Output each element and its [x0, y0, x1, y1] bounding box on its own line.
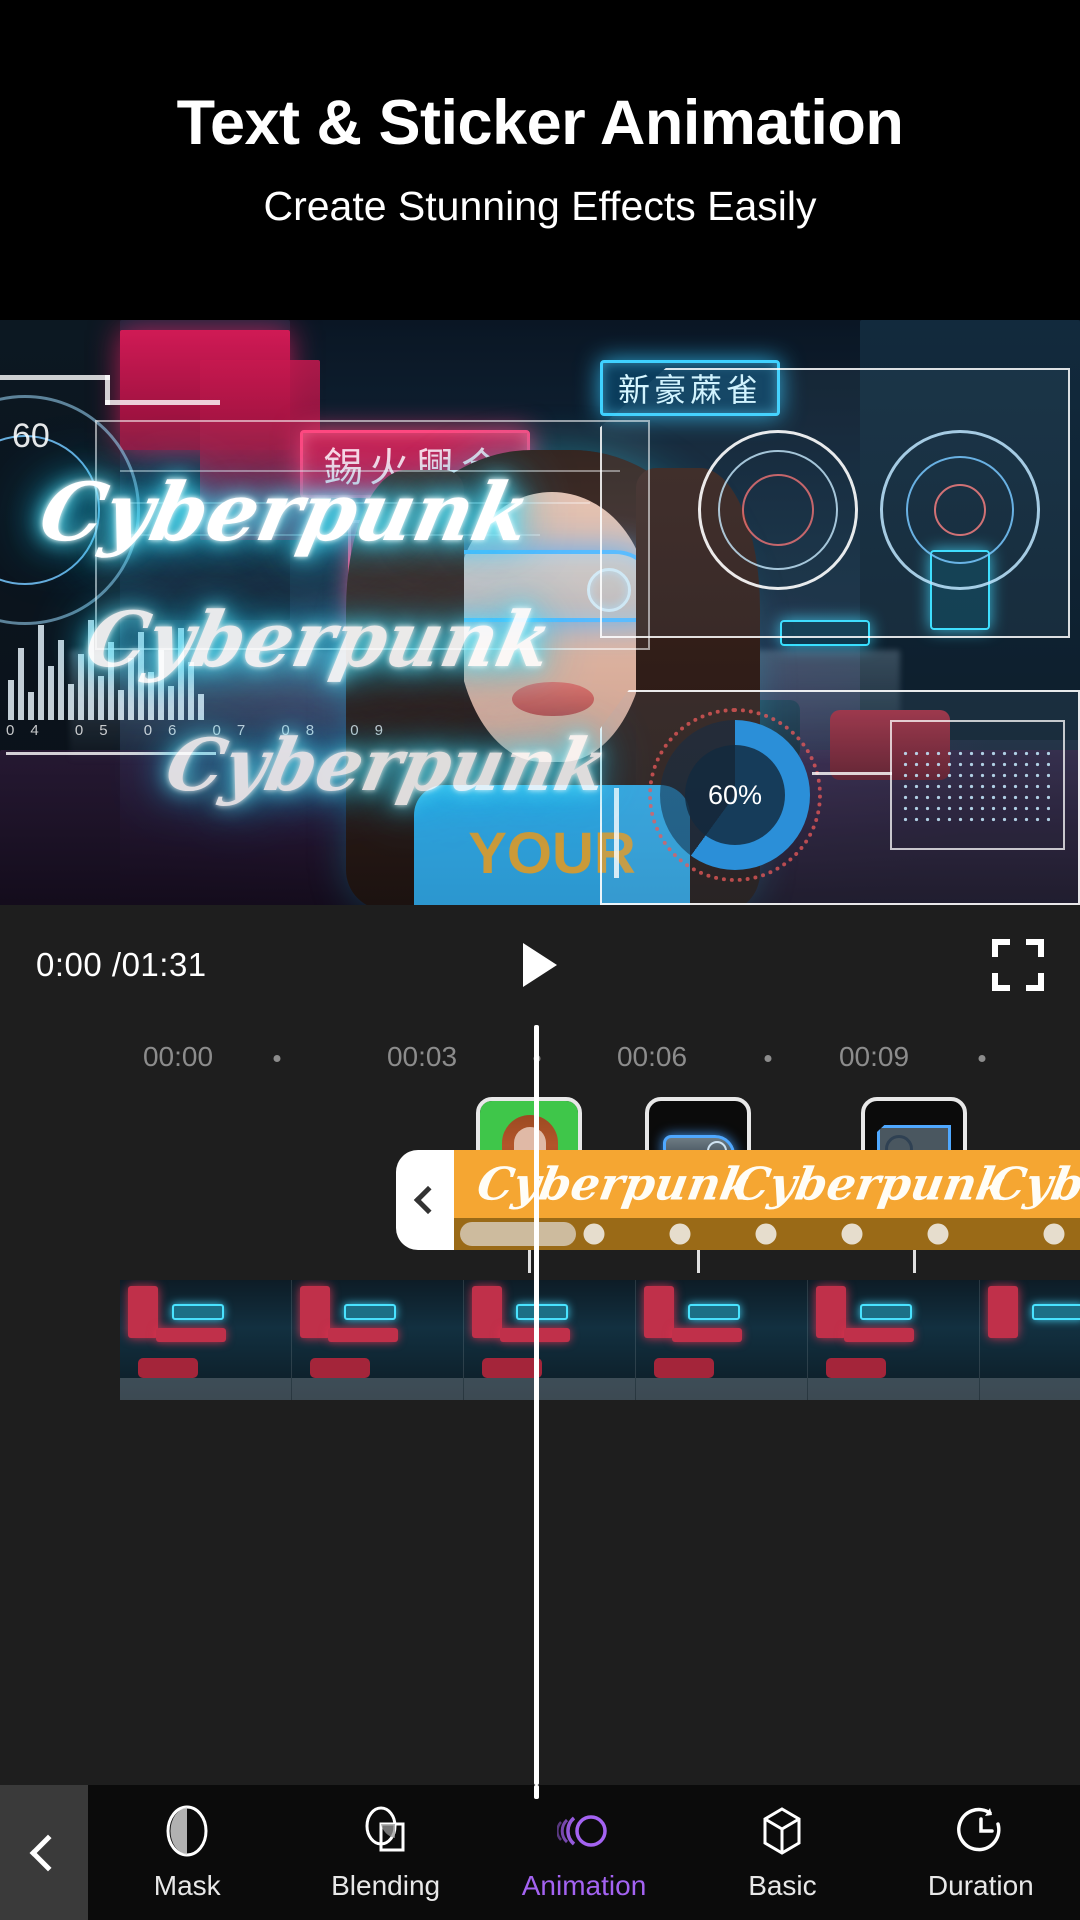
hud-left-label: 60	[12, 417, 50, 455]
tool-label-mask: Mask	[153, 1869, 221, 1901]
hud-reticle-2-core	[934, 484, 986, 536]
keyframe-dot[interactable]	[755, 1223, 777, 1245]
neon-text-1[interactable]: Cyberpunk	[32, 465, 539, 559]
neon-text-2[interactable]: Cyberpunk	[79, 595, 560, 684]
timeline-panel[interactable]: 00:00 00:03 00:06 00:09 Cyberpunk Cyberp…	[0, 1025, 1080, 1785]
promo-header: Text & Sticker Animation Create Stunning…	[0, 0, 1080, 320]
filmstrip-frame[interactable]	[980, 1280, 1080, 1400]
tool-animation[interactable]: Animation	[485, 1785, 683, 1920]
keyframe-dot[interactable]	[583, 1223, 605, 1245]
hud-bracket-line	[105, 400, 220, 405]
chevron-left-icon	[29, 1834, 67, 1871]
fullscreen-icon-corner	[992, 973, 1010, 991]
tool-blending[interactable]: Blending	[286, 1785, 484, 1920]
tool-basic[interactable]: Basic	[683, 1785, 881, 1920]
page-title: Text & Sticker Animation	[176, 88, 904, 159]
hud-connector	[812, 772, 892, 775]
basic-cube-icon	[755, 1804, 809, 1858]
hud-bracket-line	[0, 375, 110, 380]
ruler-tick-label: 00:09	[838, 1041, 910, 1072]
filmstrip-frame[interactable]	[464, 1280, 636, 1400]
text-clip-label: Cyberpunk	[729, 1157, 1013, 1211]
chevron-left-icon	[413, 1185, 443, 1215]
fullscreen-icon-corner	[1026, 973, 1044, 991]
tool-label-duration: Duration	[927, 1869, 1034, 1901]
playhead-extension	[534, 1785, 539, 1799]
keyframe-dot[interactable]	[841, 1223, 863, 1245]
ruler-tick-label: 00:06	[616, 1041, 688, 1072]
hud-gauge-ticks	[648, 708, 822, 882]
timeline-ruler[interactable]: 00:00 00:03 00:06 00:09	[0, 1025, 1080, 1085]
playhead[interactable]	[534, 1025, 539, 1785]
hud-vertical-tick	[614, 788, 619, 878]
filmstrip-frame[interactable]	[808, 1280, 980, 1400]
neon-text-3[interactable]: Cyberpunk	[159, 722, 615, 807]
tool-duration[interactable]: Duration	[882, 1785, 1080, 1920]
fullscreen-icon	[992, 939, 1010, 957]
fullscreen-button[interactable]	[992, 939, 1044, 991]
play-icon	[523, 943, 557, 987]
ruler-tick-label: 00:03	[386, 1041, 458, 1072]
ruler-minor-tick	[273, 1055, 281, 1062]
blending-icon	[359, 1804, 413, 1858]
keyframe-dot[interactable]	[1043, 1223, 1065, 1245]
keyframe-dot[interactable]	[927, 1223, 949, 1245]
tool-mask[interactable]: Mask	[88, 1785, 286, 1920]
keyframe-row[interactable]	[454, 1218, 1080, 1250]
player-bar: 0:00 /01:31	[0, 905, 1080, 1025]
time-display: 0:00 /01:31	[36, 946, 207, 983]
video-preview[interactable]: 錫火興合 👣 新豪蔴雀 YOU	[0, 320, 1080, 905]
text-clip-label: Cyberpunk	[985, 1157, 1080, 1211]
tool-label-basic: Basic	[748, 1869, 817, 1901]
animation-icon	[556, 1804, 611, 1858]
video-filmstrip[interactable]	[120, 1280, 1080, 1400]
filmstrip-frame[interactable]	[292, 1280, 464, 1400]
ruler-minor-tick	[764, 1055, 772, 1062]
ruler-minor-tick	[978, 1055, 986, 1062]
back-button[interactable]	[0, 1785, 88, 1920]
tool-label-blending: Blending	[331, 1869, 441, 1901]
hud-reticle-1-core	[742, 474, 814, 546]
play-button[interactable]	[508, 933, 572, 997]
ruler-tick-label: 00:00	[142, 1041, 214, 1072]
bottom-toolbar: Mask Blending Animation Basic Duration	[0, 1785, 1080, 1920]
page-subtitle: Create Stunning Effects Easily	[263, 182, 817, 229]
tool-list: Mask Blending Animation Basic Duration	[88, 1785, 1080, 1920]
filmstrip-frame[interactable]	[636, 1280, 808, 1400]
lips	[512, 682, 594, 716]
filmstrip-frame[interactable]	[120, 1280, 292, 1400]
tool-label-animation: Animation	[521, 1869, 647, 1901]
hud-matrix-frame	[890, 720, 1065, 850]
text-clip-label: Cyberpunk	[473, 1157, 757, 1211]
app-root: Text & Sticker Animation Create Stunning…	[0, 0, 1080, 1920]
text-clip-track[interactable]: Cyberpunk Cyberpunk Cyberpunk	[454, 1150, 1080, 1218]
keyframe-range-pill[interactable]	[460, 1222, 576, 1246]
duration-clock-icon	[954, 1804, 1008, 1858]
keyframe-dot[interactable]	[669, 1223, 691, 1245]
track-collapse-handle[interactable]	[396, 1150, 454, 1250]
mask-icon	[160, 1804, 214, 1858]
fullscreen-icon-corner	[1026, 939, 1044, 957]
